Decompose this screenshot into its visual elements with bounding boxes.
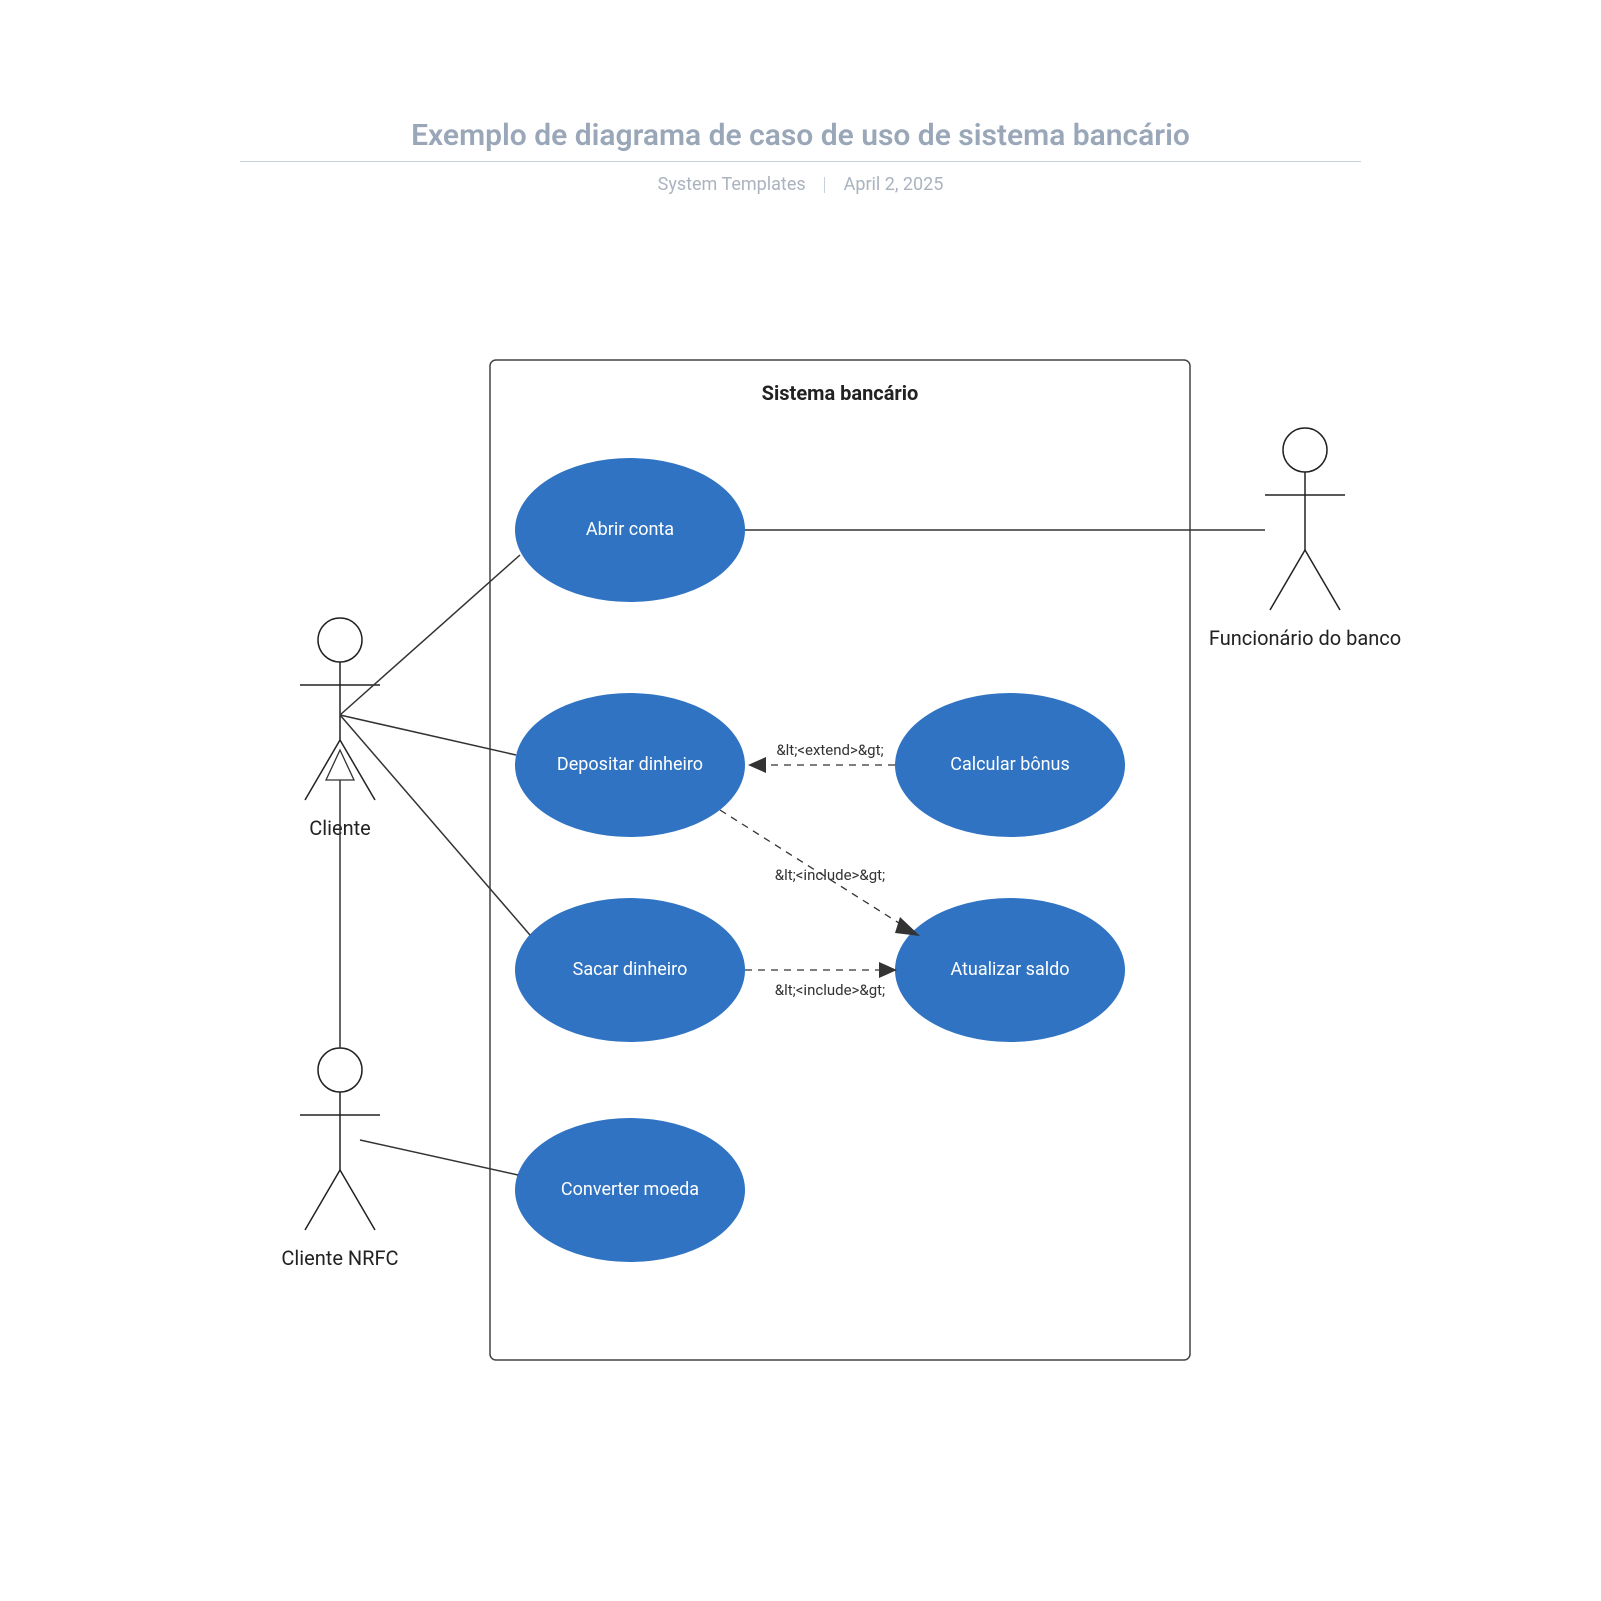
- usecase-calc-bonus-label: Calcular bônus: [950, 754, 1070, 775]
- rel-include-withdraw-arrow: [879, 962, 897, 978]
- assoc-client-open: [340, 555, 520, 715]
- usecase-open-account-label: Abrir conta: [586, 519, 674, 540]
- actor-bank-employee-label: Funcionário do banco: [1209, 626, 1401, 650]
- actor-client-nrfc-label: Cliente NRFC: [281, 1246, 398, 1270]
- actor-bank-employee: Funcionário do banco: [1209, 428, 1401, 650]
- usecase-withdraw-label: Sacar dinheiro: [573, 959, 688, 980]
- usecase-update-balance-label: Atualizar saldo: [950, 959, 1069, 980]
- usecase-deposit-label: Depositar dinheiro: [557, 754, 703, 775]
- gen-nrfc-client-arrow: [326, 750, 354, 780]
- rel-include-deposit-arrow: [895, 917, 920, 936]
- rel-include-deposit-label: &lt;<include>&gt;: [775, 866, 885, 884]
- usecase-convert-label: Converter moeda: [561, 1179, 699, 1200]
- rel-include-withdraw-label: &lt;<include>&gt;: [775, 981, 885, 999]
- system-title: Sistema bancário: [762, 381, 919, 405]
- assoc-nrfc-convert: [360, 1140, 518, 1175]
- rel-extend-arrow: [748, 757, 766, 773]
- rel-extend-label: &lt;<extend>&gt;: [776, 741, 883, 759]
- diagram-canvas: Sistema bancário Abrir conta Depositar d…: [0, 0, 1601, 1601]
- actor-client-nrfc: Cliente NRFC: [281, 1048, 398, 1270]
